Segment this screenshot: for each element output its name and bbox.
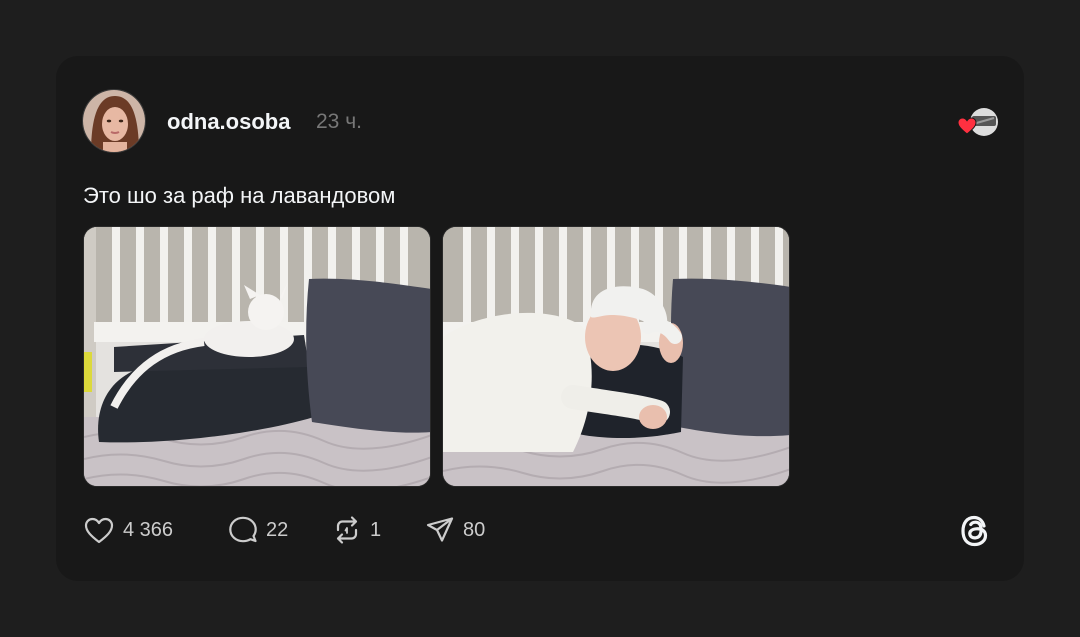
send-icon <box>426 517 454 542</box>
share-count: 80 <box>463 518 486 541</box>
heart-icon <box>84 517 114 544</box>
post-image-2[interactable] <box>442 226 790 487</box>
post-image-1[interactable] <box>83 226 431 487</box>
repost-icon <box>336 516 358 544</box>
cat-photo <box>84 227 430 486</box>
like-action[interactable]: 4 366 <box>83 515 173 545</box>
man-photo <box>443 227 789 486</box>
avatar-image <box>83 90 145 152</box>
comment-bubble-icon <box>229 516 257 543</box>
comment-action[interactable]: 22 <box>228 515 288 545</box>
like-count: 4 366 <box>123 518 174 541</box>
repost-count: 1 <box>370 518 382 541</box>
red-heart-icon <box>957 117 977 135</box>
avatar[interactable] <box>82 89 146 153</box>
comment-count: 22 <box>266 518 289 541</box>
post-card: odna.osoba 23 ч. Это шо за раф на лаванд… <box>56 56 1024 581</box>
post-text: Это шо за раф на лавандовом <box>83 183 396 208</box>
repost-action[interactable]: 1 <box>332 515 381 545</box>
reaction-indicator[interactable] <box>957 106 998 140</box>
author-username[interactable]: odna.osoba <box>167 109 290 135</box>
share-action[interactable]: 80 <box>425 515 485 545</box>
post-time: 23 ч. <box>316 110 362 133</box>
threads-logo-icon[interactable] <box>955 509 995 553</box>
